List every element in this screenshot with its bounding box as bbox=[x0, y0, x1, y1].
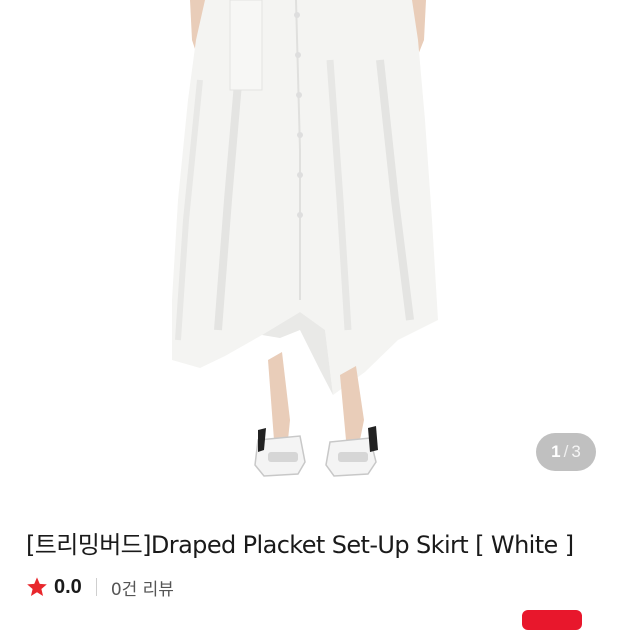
rating-score: 0.0 bbox=[54, 575, 82, 598]
product-image[interactable]: 1/3 bbox=[0, 0, 620, 500]
current-page-number: 1 bbox=[551, 442, 561, 461]
discount-badge bbox=[522, 610, 582, 630]
star-icon bbox=[26, 576, 48, 598]
review-count-link[interactable]: 0건 리뷰 bbox=[111, 575, 174, 600]
page-separator: / bbox=[563, 442, 569, 461]
product-title: [트리밍버드]Draped Placket Set-Up Skirt [ Whi… bbox=[26, 531, 574, 559]
image-page-indicator: 1/3 bbox=[536, 433, 596, 471]
rating-row[interactable]: 0.0 0건 리뷰 bbox=[26, 573, 174, 601]
skirt-photo bbox=[172, 0, 438, 477]
total-pages-number: 3 bbox=[571, 442, 581, 461]
rating-divider bbox=[95, 578, 97, 596]
